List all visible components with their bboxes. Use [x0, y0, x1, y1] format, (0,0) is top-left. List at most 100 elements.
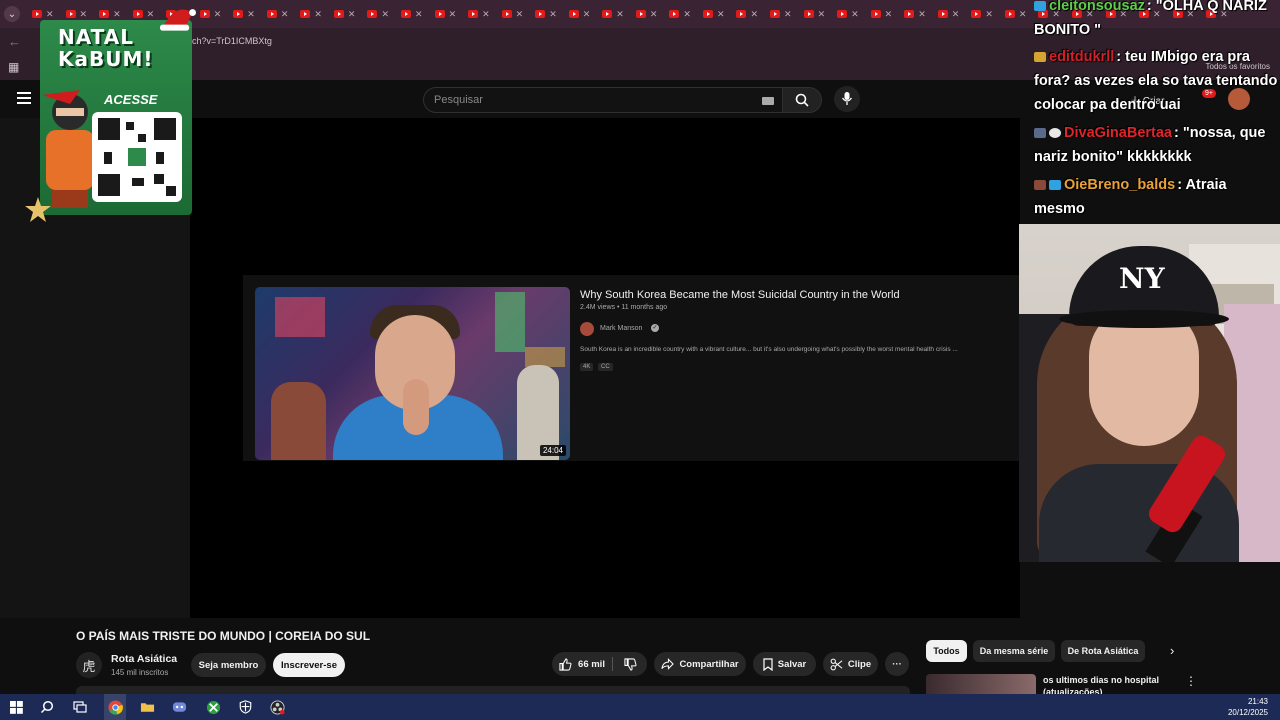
windows-start-icon[interactable] [7, 698, 25, 716]
close-tab-icon[interactable]: ✕ [415, 9, 423, 20]
subscriber-badge-icon [1034, 1, 1046, 12]
youtube-tab-icon[interactable] [635, 10, 646, 18]
close-tab-icon[interactable]: ✕ [650, 9, 658, 20]
back-arrow-icon[interactable]: ← [8, 34, 21, 49]
youtube-tab-icon[interactable] [602, 10, 613, 18]
recommended-thumbnail[interactable] [926, 674, 1036, 694]
menu-icon[interactable] [17, 92, 31, 104]
close-tab-icon[interactable]: ✕ [549, 9, 557, 20]
youtube-tab-icon[interactable] [401, 10, 412, 18]
tab-search-button[interactable]: ⌄ [4, 6, 20, 22]
youtube-tab-icon[interactable] [937, 10, 948, 18]
close-tab-icon[interactable]: ✕ [750, 9, 758, 20]
close-tab-icon[interactable]: ✕ [281, 9, 289, 20]
youtube-tab-icon[interactable] [266, 10, 277, 18]
youtube-tab-icon[interactable] [132, 10, 143, 18]
close-tab-icon[interactable]: ✕ [449, 9, 457, 20]
channel-name[interactable]: Rota Asiática [111, 653, 177, 665]
youtube-tab-icon[interactable] [904, 10, 915, 18]
youtube-tab-icon[interactable] [702, 10, 713, 18]
youtube-tab-icon[interactable] [736, 10, 747, 18]
chat-username: OieBreno_balds [1064, 177, 1176, 193]
kebab-menu-icon[interactable]: ⋮ [1185, 674, 1197, 688]
chip-all[interactable]: Todos [926, 640, 967, 662]
search-icon[interactable] [38, 698, 56, 716]
youtube-tab-icon[interactable] [468, 10, 479, 18]
close-tab-icon[interactable]: ✕ [683, 9, 691, 20]
close-tab-icon[interactable]: ✕ [348, 9, 356, 20]
xbox-icon[interactable] [204, 698, 222, 716]
youtube-tab-icon[interactable] [1004, 10, 1015, 18]
system-clock[interactable]: 21:43 20/12/2025 [1228, 696, 1268, 718]
youtube-tab-icon[interactable] [367, 10, 378, 18]
subscribe-button[interactable]: Inscrever-se [273, 653, 345, 677]
youtube-tab-icon[interactable] [535, 10, 546, 18]
youtube-tab-icon[interactable] [803, 10, 814, 18]
clip-button[interactable]: Clipe [823, 652, 878, 676]
close-tab-icon[interactable]: ✕ [80, 9, 88, 20]
youtube-tab-icon[interactable] [770, 10, 781, 18]
apps-grid-icon[interactable]: ▦ [8, 60, 19, 74]
search-input[interactable]: Pesquisar [423, 87, 785, 113]
close-tab-icon[interactable]: ✕ [583, 9, 591, 20]
close-tab-icon[interactable]: ✕ [113, 9, 121, 20]
dislike-button[interactable] [614, 652, 646, 676]
close-tab-icon[interactable]: ✕ [851, 9, 859, 20]
close-tab-icon[interactable]: ✕ [952, 9, 960, 20]
youtube-tab-icon[interactable] [568, 10, 579, 18]
youtube-tab-icon[interactable] [501, 10, 512, 18]
youtube-tab-icon[interactable] [870, 10, 881, 18]
subscriber-count: 145 mil inscritos [111, 668, 169, 677]
youtube-tab-icon[interactable] [434, 10, 445, 18]
chip-same-series[interactable]: Da mesma série [973, 640, 1055, 662]
description-box[interactable] [76, 686, 910, 694]
close-tab-icon[interactable]: ✕ [147, 9, 155, 20]
like-button[interactable]: 66 mil [552, 652, 612, 676]
share-button[interactable]: Compartilhar [654, 652, 746, 676]
search-button[interactable] [782, 87, 822, 113]
youtube-tab-icon[interactable] [32, 10, 42, 18]
youtube-tab-icon[interactable] [669, 10, 680, 18]
vpn-shield-icon[interactable] [236, 698, 254, 716]
chrome-icon[interactable] [106, 698, 124, 716]
more-actions-button[interactable]: ··· [885, 652, 909, 676]
channel-avatar[interactable]: 虎 [76, 652, 102, 678]
youtube-tab-icon[interactable] [199, 10, 210, 18]
close-tab-icon[interactable]: ✕ [46, 9, 54, 20]
close-tab-icon[interactable]: ✕ [918, 9, 926, 20]
url-text[interactable]: ch?v=TrD1ICMBXtg [192, 36, 272, 46]
divider [612, 657, 613, 671]
close-tab-icon[interactable]: ✕ [784, 9, 792, 20]
youtube-tab-icon[interactable] [300, 10, 311, 18]
obs-icon[interactable] [268, 698, 286, 716]
close-tab-icon[interactable]: ✕ [818, 9, 826, 20]
close-tab-icon[interactable]: ✕ [381, 9, 389, 20]
close-tab-icon[interactable]: ✕ [885, 9, 893, 20]
close-tab-icon[interactable]: ✕ [247, 9, 255, 20]
save-button[interactable]: Salvar [753, 652, 816, 676]
close-tab-icon[interactable]: ✕ [616, 9, 624, 20]
join-button[interactable]: Seja membro [191, 653, 266, 677]
close-tab-icon[interactable]: ✕ [214, 9, 222, 20]
youtube-tab-icon[interactable] [65, 10, 76, 18]
close-tab-icon[interactable]: ✕ [1019, 9, 1027, 20]
result-channel-avatar [580, 322, 594, 336]
youtube-tab-icon[interactable] [233, 10, 244, 18]
youtube-tab-icon[interactable] [837, 10, 848, 18]
close-tab-icon[interactable]: ✕ [482, 9, 490, 20]
voice-search-button[interactable] [834, 86, 860, 112]
file-explorer-icon[interactable] [138, 698, 156, 716]
video-player[interactable]: 24:04 Why South Korea Became the Most Su… [190, 118, 1020, 618]
chip-from-channel[interactable]: De Rota Asiática [1061, 640, 1145, 662]
close-tab-icon[interactable]: ✕ [516, 9, 524, 20]
keyboard-icon[interactable] [762, 97, 774, 105]
youtube-tab-icon[interactable] [99, 10, 110, 18]
close-tab-icon[interactable]: ✕ [717, 9, 725, 20]
close-tab-icon[interactable]: ✕ [314, 9, 322, 20]
close-tab-icon[interactable]: ✕ [985, 9, 993, 20]
youtube-tab-icon[interactable] [971, 10, 982, 18]
youtube-tab-icon[interactable] [333, 10, 344, 18]
task-view-icon[interactable] [71, 698, 89, 716]
discord-icon[interactable] [170, 698, 188, 716]
chevron-right-icon[interactable]: › [1170, 643, 1174, 658]
